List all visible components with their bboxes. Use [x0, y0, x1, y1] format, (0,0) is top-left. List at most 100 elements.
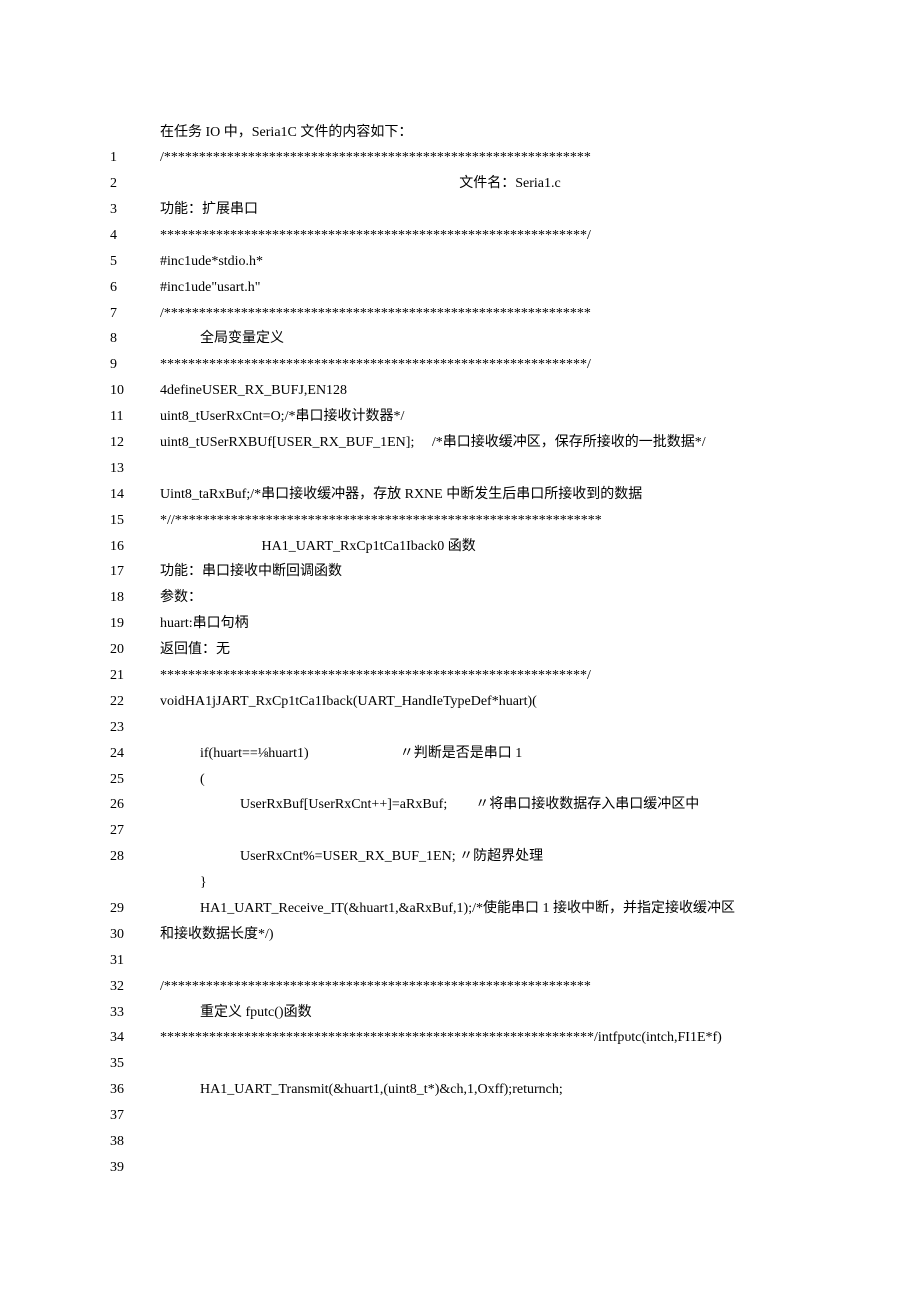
line-number: 32 — [110, 974, 160, 1000]
line-content: huart:串口句柄 — [160, 611, 860, 637]
code-line: 37 — [110, 1103, 860, 1129]
line-content: 和接收数据长度*/) — [160, 922, 860, 948]
line-content: /***************************************… — [160, 301, 860, 327]
code-line: 29HA1_UART_Receive_IT(&huart1,&aRxBuf,1)… — [110, 896, 860, 922]
line-number: 27 — [110, 818, 160, 844]
code-line: 18参数： — [110, 585, 860, 611]
code-line: 39 — [110, 1155, 860, 1181]
code-line: 25( — [110, 767, 860, 793]
code-listing: 1/**************************************… — [110, 145, 860, 1181]
line-number: 24 — [110, 741, 160, 767]
code-line: 17功能：串口接收中断回调函数 — [110, 559, 860, 585]
line-number: 36 — [110, 1077, 160, 1103]
line-content: UserRxCnt%=USER_RX_BUF_1EN; 〃防超界处理 — [160, 844, 860, 870]
line-content: uint8_tUserRxCnt=O;/*串口接收计数器*/ — [160, 404, 860, 430]
code-line: 12uint8_tUSerRXBUf[USER_RX_BUF_1EN]; /*串… — [110, 430, 860, 456]
code-line: 24if(huart==⅛huart1) 〃判断是否是串口 1 — [110, 741, 860, 767]
line-number: 21 — [110, 663, 160, 689]
line-content: /***************************************… — [160, 145, 860, 171]
code-line: 8全局变量定义 — [110, 326, 860, 352]
code-line: 32/*************************************… — [110, 974, 860, 1000]
code-line: 31 — [110, 948, 860, 974]
code-line: 19huart:串口句柄 — [110, 611, 860, 637]
line-number: 28 — [110, 844, 160, 870]
line-content: Uint8_taRxBuf;/*串口接收缓冲器，存放 RXNE 中断发生后串口所… — [160, 482, 860, 508]
line-number: 25 — [110, 767, 160, 793]
line-number: 1 — [110, 145, 160, 171]
line-content: 参数： — [160, 585, 860, 611]
line-number: 17 — [110, 559, 160, 585]
line-number: 23 — [110, 715, 160, 741]
code-line: 11uint8_tUserRxCnt=O;/*串口接收计数器*/ — [110, 404, 860, 430]
line-number: 9 — [110, 352, 160, 378]
line-content: #inc1ude*stdio.h* — [160, 249, 860, 275]
line-content: 返回值：无 — [160, 637, 860, 663]
line-content: UserRxBuf[UserRxCnt++]=aRxBuf; 〃将串口接收数据存… — [160, 792, 860, 818]
line-content: ****************************************… — [160, 663, 860, 689]
code-line: 33重定义 fputc()函数 — [110, 1000, 860, 1026]
line-content: 全局变量定义 — [160, 326, 860, 352]
line-number: 14 — [110, 482, 160, 508]
code-line: 5#inc1ude*stdio.h* — [110, 249, 860, 275]
line-number: 2 — [110, 171, 160, 197]
code-line: 3功能：扩展串口 — [110, 197, 860, 223]
code-line: 20返回值：无 — [110, 637, 860, 663]
line-number: 30 — [110, 922, 160, 948]
line-number: 10 — [110, 378, 160, 404]
line-number: 4 — [110, 223, 160, 249]
line-number: 31 — [110, 948, 160, 974]
code-line: 104defineUSER_RX_BUFJ,EN128 — [110, 378, 860, 404]
code-line: 4***************************************… — [110, 223, 860, 249]
code-line: 16 HA1_UART_RxCp1tCa1Iback0 函数 — [110, 534, 860, 560]
line-number: 8 — [110, 326, 160, 352]
line-number: 6 — [110, 275, 160, 301]
code-line: 6#inc1ude"usart.h" — [110, 275, 860, 301]
line-content: 文件名：Seria1.c — [160, 171, 860, 197]
line-number: 34 — [110, 1025, 160, 1051]
line-number: 33 — [110, 1000, 160, 1026]
line-number: 29 — [110, 896, 160, 922]
line-number: 39 — [110, 1155, 160, 1181]
line-content: 4defineUSER_RX_BUFJ,EN128 — [160, 378, 860, 404]
line-content: *//*************************************… — [160, 508, 860, 534]
line-number: 20 — [110, 637, 160, 663]
code-line: 14Uint8_taRxBuf;/*串口接收缓冲器，存放 RXNE 中断发生后串… — [110, 482, 860, 508]
line-content: voidHA1jJART_RxCp1tCa1Iback(UART_HandIeT… — [160, 689, 860, 715]
line-content: #inc1ude"usart.h" — [160, 275, 860, 301]
code-line: 23 — [110, 715, 860, 741]
line-content: HA1_UART_Transmit(&huart1,(uint8_t*)&ch,… — [160, 1077, 860, 1103]
line-content: ****************************************… — [160, 1025, 860, 1051]
code-line: 9***************************************… — [110, 352, 860, 378]
code-line: 2文件名：Seria1.c — [110, 171, 860, 197]
line-number: 35 — [110, 1051, 160, 1077]
line-content: /***************************************… — [160, 974, 860, 1000]
line-content: ( — [160, 767, 860, 793]
line-number: 22 — [110, 689, 160, 715]
code-line: 22voidHA1jJART_RxCp1tCa1Iback(UART_HandI… — [110, 689, 860, 715]
line-number: 18 — [110, 585, 160, 611]
line-number: 12 — [110, 430, 160, 456]
code-line: 36HA1_UART_Transmit(&huart1,(uint8_t*)&c… — [110, 1077, 860, 1103]
line-content: 功能：扩展串口 — [160, 197, 860, 223]
line-number: 11 — [110, 404, 160, 430]
intro-text: 在任务 IO 中，Seria1C 文件的内容如下： — [110, 120, 860, 145]
code-line: 38 — [110, 1129, 860, 1155]
line-content: uint8_tUSerRXBUf[USER_RX_BUF_1EN]; /*串口接… — [160, 430, 860, 456]
code-line: 1/**************************************… — [110, 145, 860, 171]
code-line: 7/**************************************… — [110, 301, 860, 327]
line-content: 重定义 fputc()函数 — [160, 1000, 860, 1026]
line-number: 3 — [110, 197, 160, 223]
line-number: 19 — [110, 611, 160, 637]
line-content: ****************************************… — [160, 352, 860, 378]
line-number: 15 — [110, 508, 160, 534]
code-line: } — [110, 870, 860, 896]
code-line: 27 — [110, 818, 860, 844]
line-number: 38 — [110, 1129, 160, 1155]
code-line: 13 — [110, 456, 860, 482]
code-line: 28UserRxCnt%=USER_RX_BUF_1EN; 〃防超界处理 — [110, 844, 860, 870]
line-content: } — [160, 870, 860, 896]
line-number: 37 — [110, 1103, 160, 1129]
line-content: 功能：串口接收中断回调函数 — [160, 559, 860, 585]
line-content: HA1_UART_Receive_IT(&huart1,&aRxBuf,1);/… — [160, 896, 860, 922]
line-content: HA1_UART_RxCp1tCa1Iback0 函数 — [160, 534, 860, 560]
